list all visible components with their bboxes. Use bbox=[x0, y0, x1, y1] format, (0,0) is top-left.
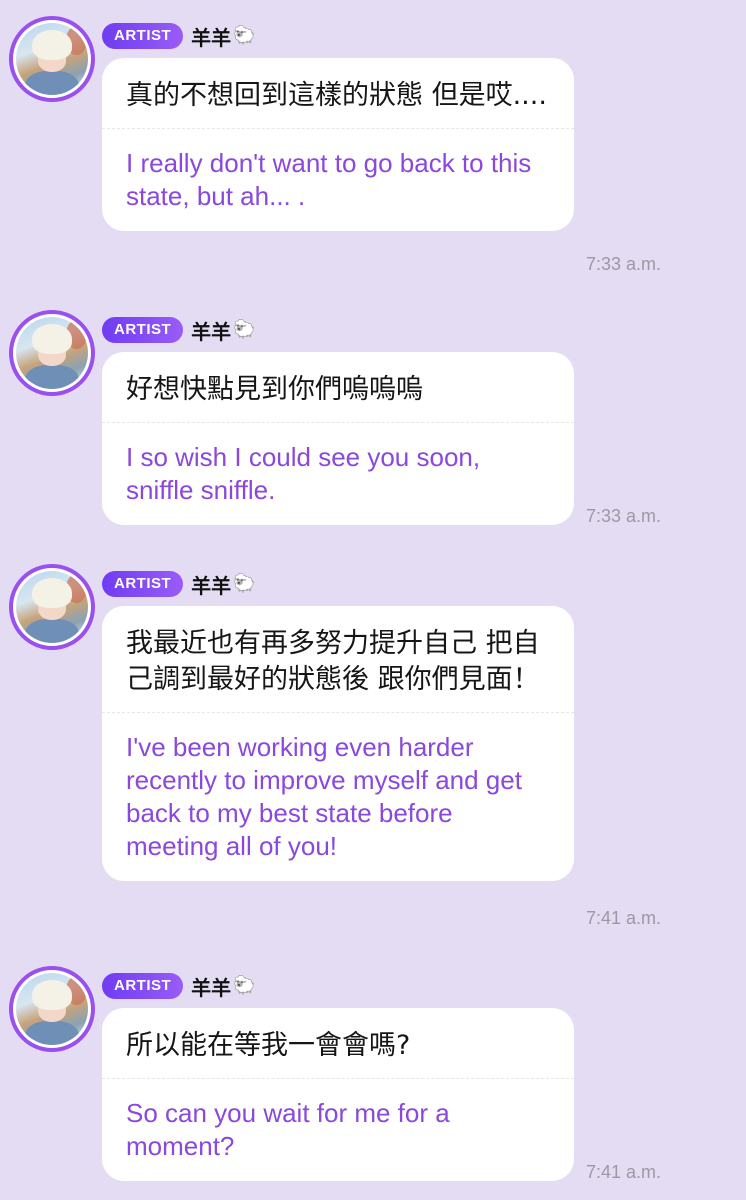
sender-row: ARTIST 羊羊 🐑 bbox=[102, 21, 256, 51]
artist-name: 羊羊 bbox=[191, 975, 232, 1000]
original-text: 我最近也有再多努力提升自己 把自己調到最好的狀態後 跟你們見面！ bbox=[126, 628, 540, 695]
original-text: 好想快點見到你們嗚嗚嗚 bbox=[126, 374, 423, 405]
artist-name: 羊羊 bbox=[191, 25, 232, 50]
sender-row: ARTIST 羊羊 🐑 bbox=[102, 569, 256, 599]
sheep-icon: 🐑 bbox=[233, 975, 256, 996]
original-text: 所以能在等我一會會嗎? bbox=[126, 1030, 411, 1061]
sender-row: ARTIST 羊羊 🐑 bbox=[102, 971, 256, 1001]
sheep-icon: 🐑 bbox=[233, 25, 256, 46]
artist-badge: ARTIST bbox=[102, 23, 184, 49]
artist-name: 羊羊 bbox=[191, 573, 232, 598]
artist-avatar[interactable] bbox=[9, 16, 95, 102]
timestamp: 7:33 a.m. bbox=[586, 254, 662, 274]
timestamp: 7:41 a.m. bbox=[586, 908, 662, 928]
original-text: 真的不想回到這樣的狀態 但是哎.... bbox=[126, 80, 547, 111]
translation-text: I really don't want to go back to this s… bbox=[126, 148, 532, 211]
translation-text: So can you wait for me for a moment? bbox=[126, 1098, 450, 1161]
message-bubble[interactable]: 所以能在等我一會會嗎? So can you wait for me for a… bbox=[102, 1008, 574, 1181]
artist-name: 羊羊 bbox=[191, 319, 232, 344]
message-bubble[interactable]: 好想快點見到你們嗚嗚嗚 I so wish I could see you so… bbox=[102, 352, 574, 525]
timestamp: 7:41 a.m. bbox=[586, 1162, 662, 1182]
message-bubble[interactable]: 我最近也有再多努力提升自己 把自己調到最好的狀態後 跟你們見面！ I've be… bbox=[102, 606, 574, 881]
artist-badge: ARTIST bbox=[102, 571, 184, 597]
translation-text: I've been working even harder recently t… bbox=[126, 732, 522, 861]
sheep-icon: 🐑 bbox=[233, 573, 256, 594]
artist-avatar[interactable] bbox=[9, 310, 95, 396]
artist-badge: ARTIST bbox=[102, 317, 184, 343]
artist-avatar[interactable] bbox=[9, 564, 95, 650]
message-bubble[interactable]: 真的不想回到這樣的狀態 但是哎.... I really don't want … bbox=[102, 58, 574, 231]
timestamp: 7:33 a.m. bbox=[586, 506, 662, 526]
sheep-icon: 🐑 bbox=[233, 319, 256, 340]
artist-badge: ARTIST bbox=[102, 973, 184, 999]
artist-avatar[interactable] bbox=[9, 966, 95, 1052]
translation-text: I so wish I could see you soon, sniffle … bbox=[126, 442, 481, 505]
sender-row: ARTIST 羊羊 🐑 bbox=[102, 315, 256, 345]
